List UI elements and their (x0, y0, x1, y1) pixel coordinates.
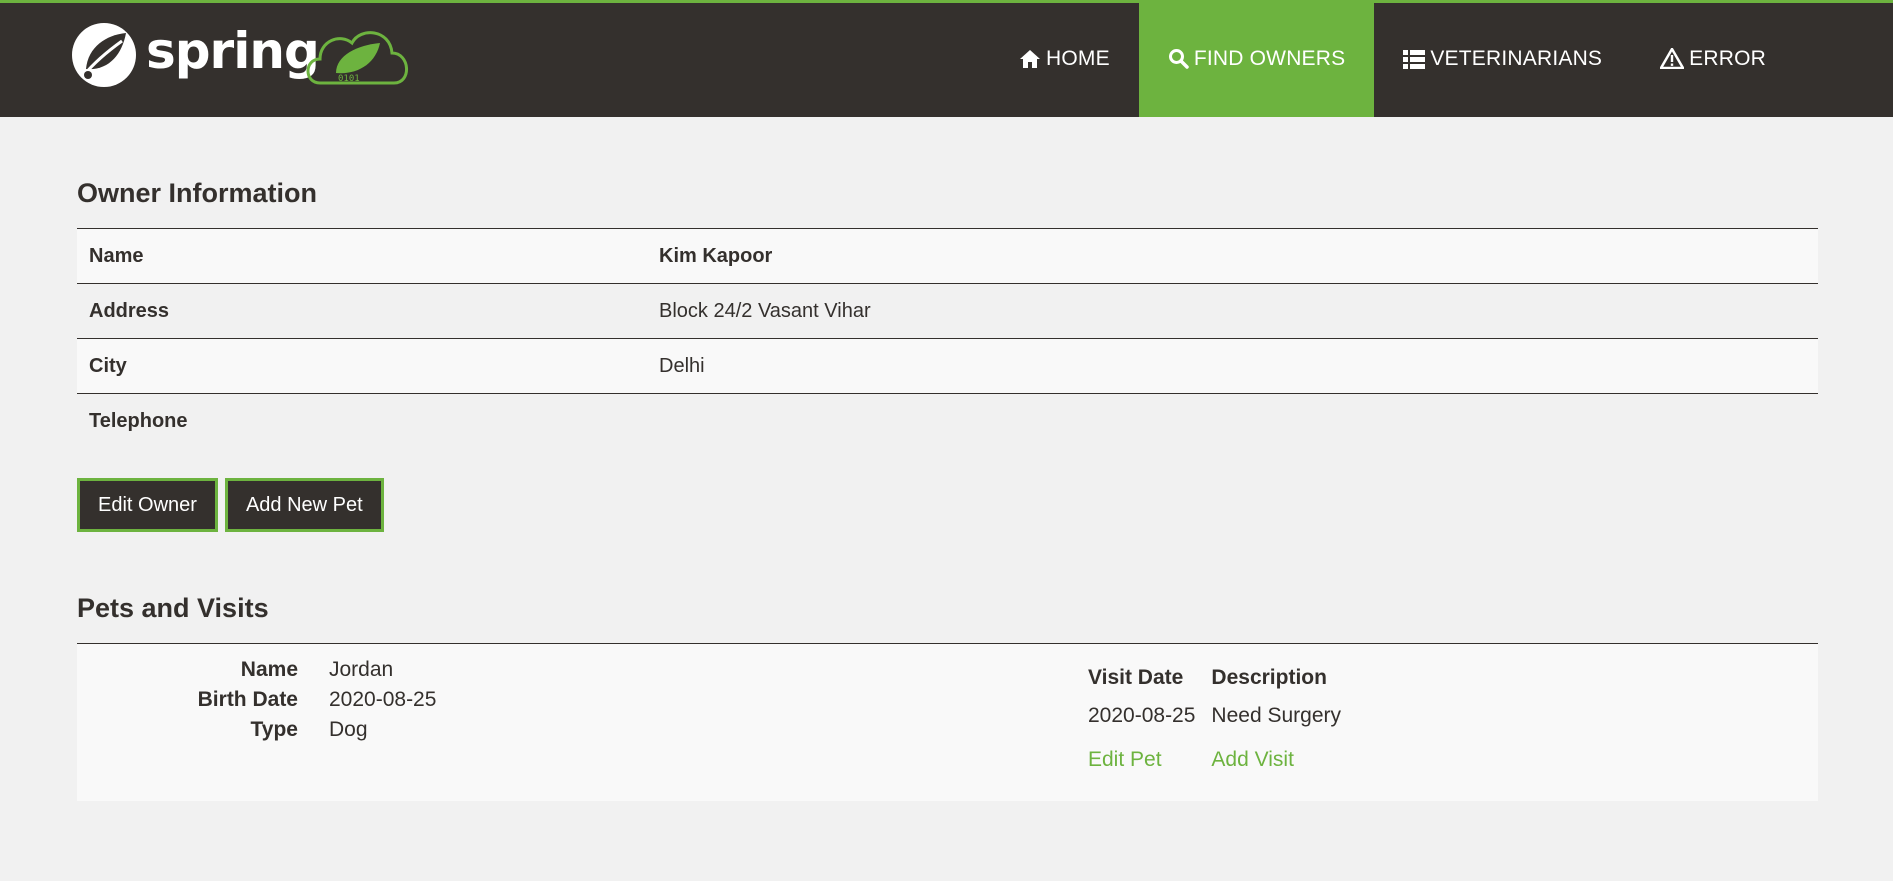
owner-actions: Edit Owner Add New Pet (77, 478, 384, 532)
telephone-label: Telephone (77, 393, 647, 448)
home-icon (1020, 49, 1040, 68)
search-icon (1168, 49, 1189, 69)
table-row: Telephone (77, 393, 1818, 448)
pet-type-row: Type Dog (77, 715, 436, 745)
edit-pet-link[interactable]: Edit Pet (1088, 738, 1211, 782)
pet-name-label: Name (240, 658, 298, 681)
owner-telephone-value (647, 393, 1818, 448)
pet-birth-value: 2020-08-25 (329, 688, 437, 711)
nav-veterinarians-label: Veterinarians (1430, 46, 1603, 70)
nav-home-label: Home (1046, 46, 1110, 70)
visit-date-value: 2020-08-25 (1088, 704, 1196, 727)
visit-description-value: Need Surgery (1211, 704, 1341, 727)
edit-owner-button[interactable]: Edit Owner (77, 478, 218, 532)
nav-error-label: Error (1689, 46, 1766, 70)
address-label: Address (77, 283, 647, 339)
svg-text:0101: 0101 (338, 74, 360, 84)
nav-find-owners[interactable]: Find owners (1138, 0, 1375, 117)
owner-name-value: Kim Kapoor (647, 228, 1818, 284)
add-visit-link[interactable]: Add Visit (1211, 738, 1357, 782)
nav-error[interactable]: Error (1631, 0, 1795, 117)
nav-find-owners-label: Find owners (1193, 46, 1346, 70)
pet-birth-row: Birth Date 2020-08-25 (77, 685, 437, 715)
table-row: 2020-08-25 Need Surgery (1088, 694, 1357, 738)
visits-table-container: Visit Date Description 2020-08-25 Need S… (1088, 662, 1357, 782)
city-label: City (77, 338, 647, 394)
pet-type-value: Dog (329, 718, 368, 741)
visit-actions-row: Edit Pet Add Visit (1088, 738, 1357, 782)
pets-visits-heading: Pets and Visits (77, 593, 269, 623)
pet-birth-label: Birth Date (197, 688, 298, 711)
warning-icon (1660, 48, 1685, 69)
visits-header-row: Visit Date Description (1088, 662, 1357, 694)
table-row: Name Kim Kapoor (77, 228, 1818, 284)
visits-table: Visit Date Description 2020-08-25 Need S… (1088, 662, 1357, 782)
spring-logo[interactable]: spring 0101 (68, 19, 413, 91)
owner-city-value: Delhi (647, 338, 1818, 394)
owner-address-value: Block 24/2 Vasant Vihar (647, 283, 1818, 339)
nav-veterinarians[interactable]: Veterinarians (1374, 0, 1631, 117)
nav-home[interactable]: Home (990, 0, 1139, 117)
pet-type-label: Type (250, 718, 298, 741)
owner-info-table: Name Kim Kapoor Address Block 24/2 Vasan… (77, 228, 1818, 448)
top-navbar: spring 0101 Home Find owners (0, 0, 1893, 117)
main-nav: Home Find owners Veterinarians (990, 0, 1893, 117)
add-new-pet-button[interactable]: Add New Pet (224, 478, 384, 532)
pet-name-value: Jordan (329, 658, 394, 681)
table-row: City Delhi (77, 338, 1818, 394)
name-label: Name (77, 228, 647, 284)
pet-name-row: Name Jordan (77, 655, 436, 685)
pet-details: Name Jordan Birth Date 2020-08-25 Type D… (77, 655, 437, 745)
description-header: Description (1211, 666, 1327, 689)
svg-text:spring: spring (146, 22, 319, 80)
owner-info-heading: Owner Information (77, 178, 318, 208)
pet-card: Name Jordan Birth Date 2020-08-25 Type D… (77, 643, 1818, 801)
table-row: Address Block 24/2 Vasant Vihar (77, 283, 1818, 339)
list-icon (1403, 49, 1426, 69)
visit-date-header: Visit Date (1088, 666, 1184, 689)
